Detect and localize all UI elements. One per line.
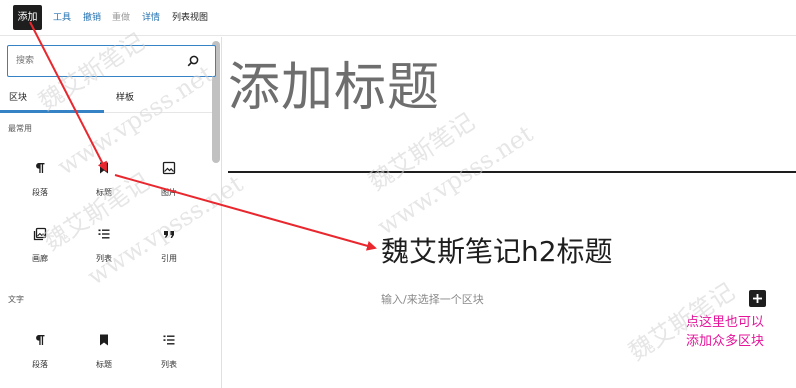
list-view-button[interactable]: 列表视图: [172, 12, 208, 24]
tools-button[interactable]: 工具: [53, 12, 71, 24]
paragraph-icon: [36, 163, 45, 173]
block-item-quote[interactable]: 引用: [141, 227, 197, 277]
search-icon[interactable]: [186, 54, 200, 68]
undo-button[interactable]: 撤销: [83, 12, 101, 24]
inline-add-block-button[interactable]: [749, 290, 766, 307]
separator-block[interactable]: [228, 171, 796, 173]
section-title-most-used: 最常用: [8, 124, 32, 133]
section-title-text: 文字: [8, 295, 24, 304]
search-input[interactable]: [16, 46, 176, 75]
tab-patterns[interactable]: 样板: [116, 92, 134, 104]
heading-block[interactable]: 魏艾斯笔记h2标题: [381, 233, 613, 271]
gallery-icon: [33, 227, 47, 241]
heading-icon: [100, 334, 108, 346]
list-icon: [98, 229, 110, 239]
watermark-site: www.vpsss.net: [372, 119, 538, 241]
search-field[interactable]: [7, 45, 216, 77]
details-button[interactable]: 详情: [142, 12, 160, 24]
active-tab-indicator: [0, 110, 104, 113]
block-item-paragraph[interactable]: 段落: [12, 161, 68, 211]
add-block-button[interactable]: 添加: [13, 5, 42, 30]
block-item-image[interactable]: 图片: [141, 161, 197, 211]
block-item-list[interactable]: 列表: [76, 227, 132, 277]
block-item-heading[interactable]: 标题: [76, 161, 132, 211]
heading-icon: [100, 162, 108, 174]
image-icon: [162, 161, 176, 175]
tab-blocks[interactable]: 区块: [9, 92, 27, 104]
post-title[interactable]: 添加标题: [228, 52, 440, 124]
plus-icon: [753, 294, 762, 303]
block-item-paragraph[interactable]: 段落: [12, 333, 68, 383]
block-placeholder[interactable]: 输入/来选择一个区块: [381, 292, 484, 307]
block-item-list[interactable]: 列表: [141, 333, 197, 383]
block-item-heading[interactable]: 标题: [76, 333, 132, 383]
paragraph-icon: [36, 335, 45, 345]
list-icon: [163, 335, 175, 345]
annotation-line-2: 添加众多区块: [686, 334, 765, 349]
top-toolbar: 添加 工具 撤销 重做 详情 列表视图: [0, 0, 796, 36]
annotation-line-1: 点这里也可以: [686, 315, 765, 330]
block-item-gallery[interactable]: 画廊: [12, 227, 68, 277]
quote-icon: [164, 231, 174, 238]
redo-button[interactable]: 重做: [112, 12, 130, 24]
